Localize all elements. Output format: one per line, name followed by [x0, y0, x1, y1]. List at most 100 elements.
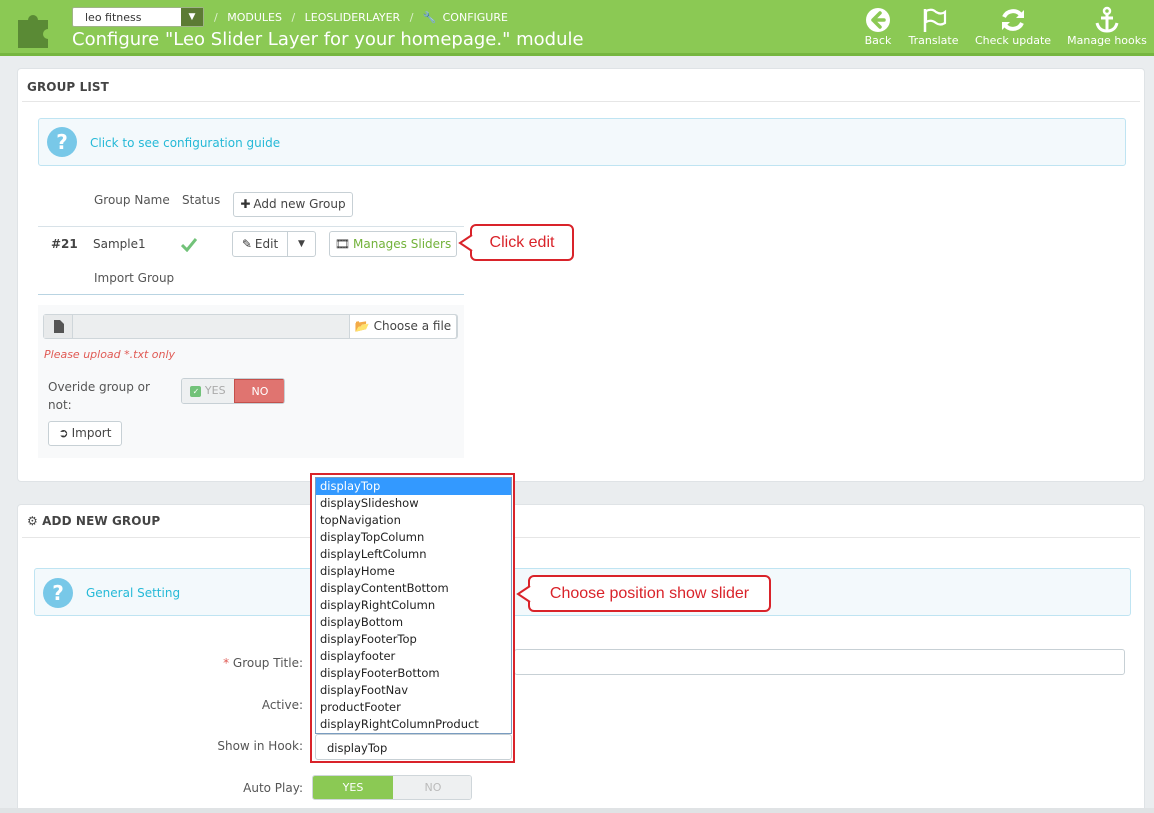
import-button[interactable]: ➲ Import [48, 421, 122, 446]
override-switch[interactable]: ✓ YES NO [181, 378, 285, 404]
wrench-icon: 🔧 [422, 11, 437, 24]
pencil-icon: ✎ [241, 237, 252, 251]
breadcrumb: / MODULES / LEOSLIDERLAYER / 🔧 CONFIGURE [214, 11, 508, 24]
divider [22, 101, 1140, 102]
translate-button[interactable]: Translate [906, 6, 961, 47]
group-name: Sample1 [93, 237, 146, 251]
divider [38, 294, 464, 295]
group-title-label: * Group Title: [223, 656, 303, 670]
help-icon: ? [47, 127, 77, 157]
callout-pointer [516, 585, 531, 603]
module-puzzle-icon [18, 15, 48, 48]
hook-option[interactable]: displayLeftColumn [316, 546, 511, 563]
override-label-cont: not: [48, 398, 72, 412]
back-button[interactable]: Back [863, 6, 893, 47]
group-id: #21 [51, 237, 78, 251]
configuration-guide-link[interactable]: Click to see configuration guide [90, 136, 280, 150]
auto-play-no-label: NO [424, 781, 442, 794]
click-edit-callout: Click edit [470, 224, 574, 261]
hook-option[interactable]: displayFootNav [316, 682, 511, 699]
anchor-icon [1095, 6, 1119, 33]
auto-play-yes-label: YES [342, 781, 364, 794]
manage-hooks-label: Manage hooks [1067, 34, 1147, 47]
translate-label: Translate [908, 34, 959, 47]
import-label: Import [71, 426, 112, 440]
help-icon: ? [43, 578, 73, 608]
hook-option[interactable]: displayTop [316, 478, 511, 495]
plus-icon: ✚ [240, 197, 251, 211]
override-no-label: NO [251, 385, 269, 398]
chevron-down-icon: ▼ [181, 8, 203, 26]
hook-option[interactable]: displayFooterBottom [316, 665, 511, 682]
group-title-input[interactable] [514, 649, 1125, 675]
file-upload-field[interactable]: 📂 Choose a file [43, 314, 458, 339]
flag-icon [923, 8, 946, 32]
override-yes[interactable]: ✓ YES [182, 379, 234, 403]
film-icon: 🎞 [334, 237, 351, 251]
hook-option[interactable]: displayRightColumnProduct [316, 716, 511, 733]
choose-file-button[interactable]: 📂 Choose a file [349, 314, 457, 339]
group-title-label-text: Group Title: [232, 656, 303, 670]
hook-option[interactable]: productFooter [316, 699, 511, 716]
auto-play-yes[interactable]: YES [313, 776, 393, 799]
hook-option[interactable]: displayHome [316, 563, 511, 580]
hook-dropdown-highlight: displayTop displaySlideshow topNavigation d… [310, 473, 515, 763]
add-group-heading: ⚙ ADD NEW GROUP [27, 514, 160, 528]
hook-select[interactable]: displayTop [315, 734, 512, 760]
page-bottom-edge [0, 808, 1154, 813]
callout-pointer [458, 234, 473, 252]
manage-hooks-button[interactable]: Manage hooks [1064, 6, 1150, 47]
shop-selector[interactable]: leo fitness ▼ [72, 7, 204, 27]
hook-option[interactable]: topNavigation [316, 512, 511, 529]
refresh-icon [1002, 9, 1024, 31]
column-status: Status [182, 193, 221, 207]
hook-option[interactable]: displayRightColumn [316, 597, 511, 614]
choose-file-label: Choose a file [373, 319, 452, 333]
auto-play-label: Auto Play: [243, 781, 303, 795]
page-title: Configure "Leo Slider Layer for your hom… [72, 29, 584, 50]
check-icon: ✓ [190, 386, 202, 397]
upload-hint: Please upload *.txt only [44, 348, 176, 361]
add-group-heading-text: ADD NEW GROUP [42, 514, 161, 528]
breadcrumb-modules[interactable]: MODULES [227, 11, 282, 24]
show-in-hook-label: Show in Hook: [217, 739, 303, 753]
status-check-icon [181, 238, 197, 252]
breadcrumb-module[interactable]: LEOSLIDERLAYER [305, 11, 401, 24]
back-arrow-icon [866, 8, 890, 32]
edit-button-group: ✎ Edit ▼ [232, 231, 316, 257]
choose-position-callout: Choose position show slider [528, 575, 771, 612]
add-new-group-button[interactable]: ✚ Add new Group [233, 192, 353, 217]
hook-option[interactable]: displayFooterTop [316, 631, 511, 648]
hook-option[interactable]: displayTopColumn [316, 529, 511, 546]
override-label: Overide group or [48, 380, 150, 394]
manage-sliders-button[interactable]: 🎞 Manages Sliders [329, 231, 457, 257]
hook-option[interactable]: displayfooter [316, 648, 511, 665]
shop-selector-value: leo fitness [85, 11, 142, 24]
hook-option[interactable]: displayContentBottom [316, 580, 511, 597]
check-update-button[interactable]: Check update [973, 6, 1053, 47]
general-setting-link[interactable]: General Setting [86, 586, 180, 600]
divider [22, 537, 1140, 538]
folder-open-icon: 📂 [354, 319, 370, 333]
import-group-label: Import Group [94, 271, 175, 285]
gears-icon: ⚙ [27, 514, 38, 528]
guide-box: ? Click to see configuration guide [38, 118, 1126, 166]
hook-options-list[interactable]: displayTop displaySlideshow topNavigation d… [315, 477, 512, 734]
column-group-name: Group Name [94, 193, 170, 207]
breadcrumb-configure: CONFIGURE [442, 11, 508, 24]
hook-option[interactable]: displayBottom [316, 614, 511, 631]
add-new-group-label: Add new Group [253, 197, 346, 211]
check-update-label: Check update [974, 34, 1052, 47]
file-icon [44, 315, 73, 338]
auto-play-no[interactable]: NO [393, 776, 471, 799]
header-bar: leo fitness ▼ / MODULES / LEOSLIDERLAYER… [0, 0, 1154, 56]
edit-label: Edit [254, 237, 279, 251]
edit-button[interactable]: ✎ Edit [233, 232, 287, 256]
auto-play-switch[interactable]: YES NO [312, 775, 472, 800]
caret-down-icon[interactable]: ▼ [287, 232, 315, 256]
click-edit-text: Click edit [489, 234, 555, 251]
hook-option[interactable]: displaySlideshow [316, 495, 511, 512]
override-no[interactable]: NO [234, 379, 284, 403]
manage-sliders-label: Manages Sliders [353, 237, 452, 251]
group-list-heading: GROUP LIST [27, 80, 109, 94]
